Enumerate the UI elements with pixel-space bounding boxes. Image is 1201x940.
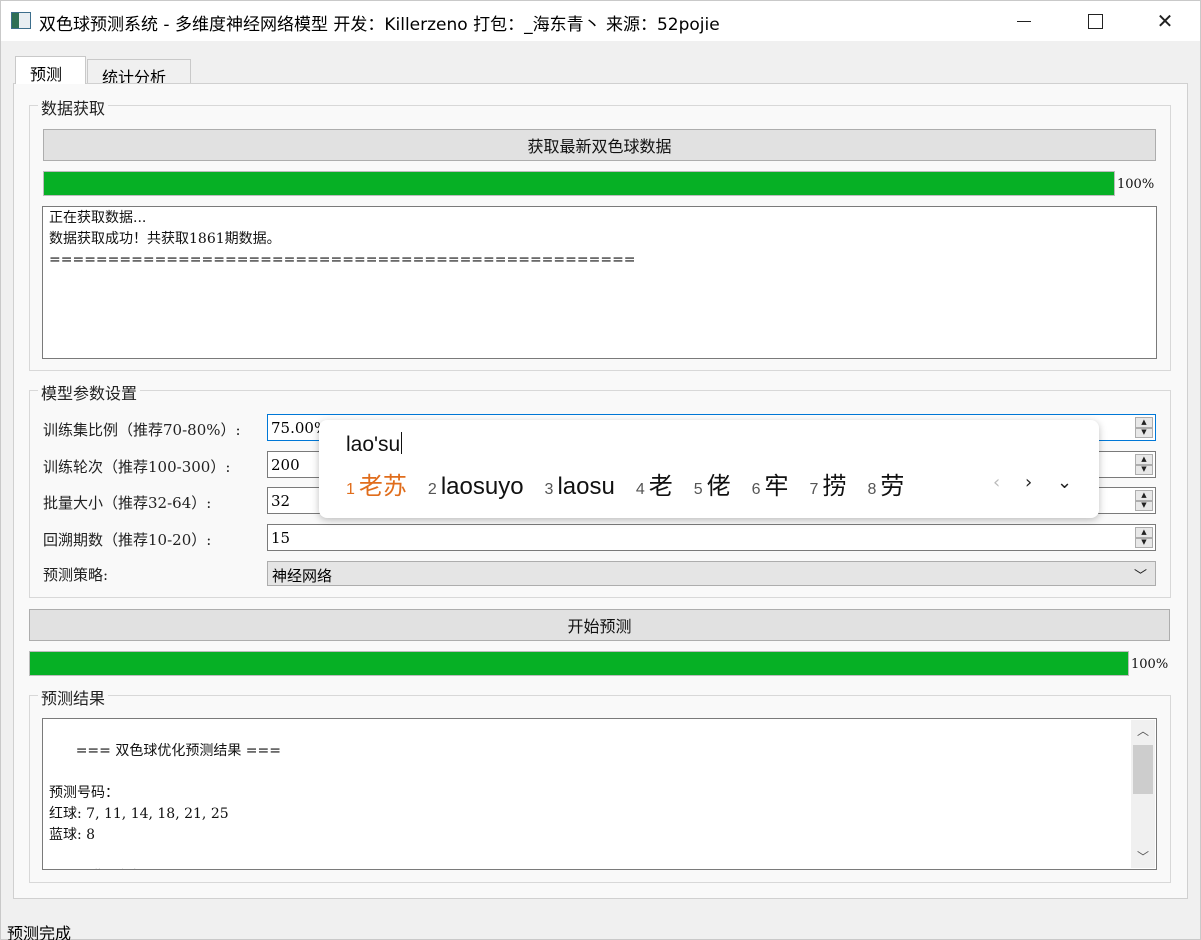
ime-composition-text: lao'su bbox=[346, 433, 401, 456]
train-ratio-label: 训练集比例（推荐70-80%）: bbox=[43, 421, 241, 439]
spin-up-icon[interactable]: ▲ bbox=[1135, 490, 1153, 501]
result-group-title: 预测结果 bbox=[38, 685, 109, 709]
status-bar: 预测完成 bbox=[7, 924, 72, 940]
title-bar[interactable]: 双色球预测系统 - 多维度神经网络模型 开发：Killerzeno 打包：_海东… bbox=[1, 1, 1200, 41]
batch-size-stepper[interactable]: ▲ ▼ bbox=[1135, 490, 1153, 511]
chevron-right-icon[interactable]: › bbox=[1025, 472, 1032, 493]
epochs-value: 200 bbox=[271, 456, 300, 474]
batch-size-label: 批量大小（推荐32-64）: bbox=[43, 494, 212, 512]
spin-up-icon[interactable]: ▲ bbox=[1135, 454, 1153, 465]
spin-down-icon[interactable]: ▼ bbox=[1135, 427, 1153, 438]
close-button[interactable]: ✕ bbox=[1142, 1, 1188, 41]
ime-composition: lao'su bbox=[346, 432, 403, 457]
ime-candidate[interactable]: 2 laosuyo bbox=[428, 473, 524, 501]
result-text: === 双色球优化预测结果 === 预测号码： 红球: 7, 11, 14, 1… bbox=[49, 743, 281, 843]
candidate-number: 4 bbox=[635, 481, 645, 498]
ime-candidate[interactable]: 6牢 bbox=[752, 466, 789, 501]
candidate-number: 6 bbox=[751, 481, 761, 498]
chevron-down-icon: ﹀ bbox=[1133, 569, 1147, 584]
ime-candidate[interactable]: 4老 bbox=[636, 466, 673, 501]
candidate-text: laosu bbox=[557, 473, 615, 500]
fetch-progress-bar bbox=[43, 171, 1115, 196]
params-group-title: 模型参数设置 bbox=[38, 380, 141, 404]
lookback-stepper[interactable]: ▲ ▼ bbox=[1135, 527, 1153, 548]
text-caret bbox=[401, 432, 403, 454]
start-predict-button[interactable]: 开始预测 bbox=[29, 609, 1170, 641]
minimize-button[interactable] bbox=[1001, 1, 1047, 41]
close-icon: ✕ bbox=[1156, 9, 1174, 33]
lookback-label: 回溯期数（推荐10-20）: bbox=[43, 531, 212, 549]
ime-candidate[interactable]: 7捞 bbox=[810, 466, 847, 501]
candidate-text: laosuyo bbox=[440, 473, 524, 500]
minimize-icon bbox=[1017, 20, 1031, 22]
chevron-left-icon[interactable]: ‹ bbox=[993, 472, 1000, 493]
spin-down-icon[interactable]: ▼ bbox=[1135, 464, 1153, 475]
chevron-down-icon[interactable]: ﹀ bbox=[1131, 846, 1155, 868]
maximize-button[interactable] bbox=[1072, 1, 1118, 41]
maximize-icon bbox=[1087, 13, 1103, 29]
candidate-number: 2 bbox=[427, 481, 437, 498]
candidate-text: 老 bbox=[648, 473, 673, 500]
tab-statistics[interactable]: 统计分析 bbox=[87, 59, 191, 87]
lookback-spinbox[interactable]: 15 ▲ ▼ bbox=[267, 524, 1156, 551]
predict-progress-fill bbox=[30, 652, 1128, 675]
spin-down-icon[interactable]: ▼ bbox=[1135, 500, 1153, 511]
strategy-select[interactable]: 神经网络 ﹀ bbox=[267, 561, 1156, 586]
strategy-value: 神经网络 bbox=[272, 567, 333, 585]
fetch-log-textbox[interactable]: 正在获取数据... 数据获取成功！共获取1861期数据。 ===========… bbox=[42, 206, 1157, 359]
result-textbox[interactable]: === 双色球优化预测结果 === 预测号码： 红球: 7, 11, 14, 1… bbox=[42, 718, 1157, 870]
ime-candidate[interactable]: 3 laosu bbox=[545, 473, 615, 501]
fetch-data-button[interactable]: 获取最新双色球数据 bbox=[43, 129, 1156, 161]
epochs-label: 训练轮次（推荐100-300）: bbox=[43, 458, 231, 476]
batch-size-value: 32 bbox=[271, 492, 291, 510]
candidate-text: 佬 bbox=[706, 473, 731, 500]
predict-progress-bar bbox=[29, 651, 1129, 676]
fetch-progress-fill bbox=[44, 172, 1114, 195]
candidate-number: 5 bbox=[693, 481, 703, 498]
lookback-value: 15 bbox=[271, 529, 291, 547]
candidate-text: 捞 bbox=[822, 473, 847, 500]
train-ratio-stepper[interactable]: ▲ ▼ bbox=[1135, 417, 1153, 438]
ime-candidate-list: 1 老苏 2 laosuyo 3 laosu 4老 5佬 6牢 7捞 8劳 bbox=[346, 466, 925, 501]
ime-candidate-popup[interactable]: lao'su 1 老苏 2 laosuyo 3 laosu 4老 5佬 6牢 7捞 8… bbox=[319, 420, 1099, 518]
result-scrollbar[interactable]: ︿ ﹀ bbox=[1131, 720, 1155, 868]
ime-candidate[interactable]: 1 老苏 bbox=[346, 466, 407, 501]
ime-candidate[interactable]: 8劳 bbox=[867, 466, 904, 501]
epochs-stepper[interactable]: ▲ ▼ bbox=[1135, 454, 1153, 475]
candidate-text: 牢 bbox=[764, 473, 789, 500]
predict-progress-label: 100% bbox=[1131, 657, 1169, 672]
spin-up-icon[interactable]: ▲ bbox=[1135, 527, 1153, 538]
strategy-label: 预测策略: bbox=[43, 566, 109, 584]
chevron-up-icon[interactable]: ︿ bbox=[1131, 720, 1155, 742]
window-title: 双色球预测系统 - 多维度神经网络模型 开发：Killerzeno 打包：_海东… bbox=[39, 15, 720, 35]
scrollbar-thumb[interactable] bbox=[1133, 745, 1153, 794]
spin-down-icon[interactable]: ▼ bbox=[1135, 537, 1153, 548]
candidate-number: 3 bbox=[544, 481, 554, 498]
candidate-text: 劳 bbox=[880, 473, 905, 500]
candidate-text: 老苏 bbox=[358, 473, 407, 500]
candidate-number: 8 bbox=[867, 481, 877, 498]
spin-up-icon[interactable]: ▲ bbox=[1135, 417, 1153, 428]
ime-candidate[interactable]: 5佬 bbox=[694, 466, 731, 501]
app-icon bbox=[11, 12, 31, 29]
fetch-progress-label: 100% bbox=[1117, 177, 1155, 192]
data-fetch-group-title: 数据获取 bbox=[38, 95, 109, 119]
candidate-number: 7 bbox=[809, 481, 819, 498]
chevron-down-icon[interactable]: ⌄ bbox=[1057, 472, 1072, 493]
tab-predict[interactable]: 预测 bbox=[15, 56, 86, 84]
main-window: 双色球预测系统 - 多维度神经网络模型 开发：Killerzeno 打包：_海东… bbox=[0, 0, 1201, 940]
candidate-number: 1 bbox=[346, 481, 355, 498]
